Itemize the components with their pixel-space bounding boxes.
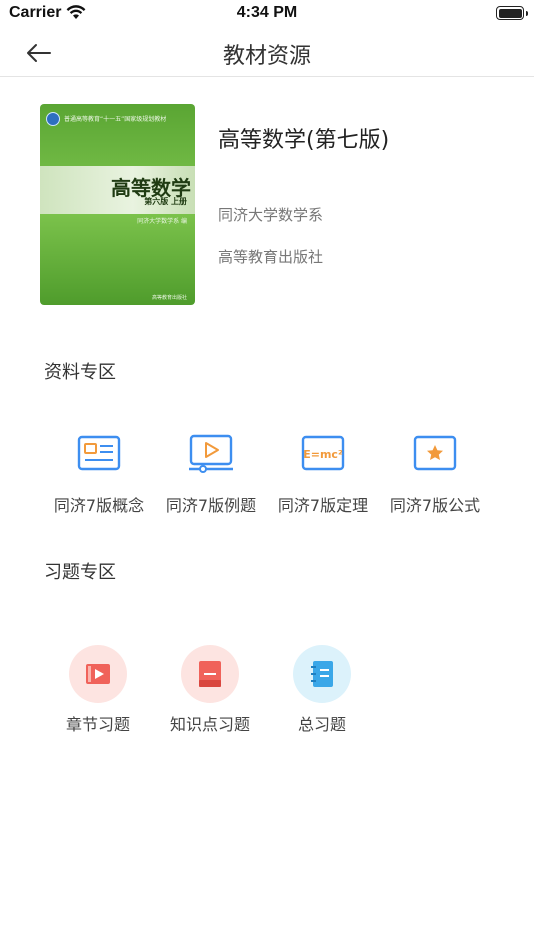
star-card-icon — [413, 435, 457, 471]
exercise-knowledge-label: 知识点习题 — [169, 715, 250, 734]
svg-text:E=mc²: E=mc² — [303, 448, 343, 461]
exercise-chapter-label: 章节习题 — [65, 715, 130, 734]
exercise-total-button[interactable]: 总习题 — [267, 645, 377, 737]
exercise-chapter-button[interactable]: 章节习题 — [43, 645, 153, 737]
exercise-knowledge-button[interactable]: 知识点习题 — [155, 645, 265, 737]
chapter-video-icon — [86, 664, 110, 684]
cover-publisher: 高等教育出版社 — [151, 295, 187, 301]
resource-concept-button[interactable]: 同济7版概念 — [37, 434, 161, 518]
book-cover-image: 普通高等教育“十一五”国家级规划教材 高等数学 第六版 上册 同济大学数学系 编… — [40, 104, 195, 305]
book-title: 高等数学(第七版) — [218, 128, 390, 153]
resource-examples-button[interactable]: 同济7版例题 — [149, 434, 273, 518]
notebook-icon — [311, 661, 333, 687]
page-title: 教材资源 — [222, 44, 311, 69]
knowledge-book-icon — [199, 661, 221, 687]
chapter-icon-circle — [69, 645, 127, 703]
exercise-total-label: 总习题 — [297, 715, 346, 734]
concept-card-icon — [77, 435, 121, 471]
exercises-section-title: 习题专区 — [44, 562, 116, 583]
book-publisher: 高等教育出版社 — [218, 248, 324, 266]
book-author: 同济大学数学系 — [218, 206, 324, 224]
resource-concept-label: 同济7版概念 — [53, 496, 145, 515]
publisher-logo-icon — [46, 112, 60, 126]
status-bar: Carrier 4:34 PM — [0, 0, 534, 28]
resource-examples-label: 同济7版例题 — [165, 496, 257, 515]
formula-emc2-icon: E=mc² — [301, 435, 345, 471]
total-icon-circle — [293, 645, 351, 703]
navigation-bar: 教材资源 — [0, 28, 534, 77]
clock: 4:34 PM — [236, 4, 298, 21]
battery-icon — [496, 6, 528, 20]
resources-section-title: 资料专区 — [44, 362, 116, 383]
knowledge-icon-circle — [181, 645, 239, 703]
cover-edition: 第六版 上册 — [144, 197, 187, 206]
video-play-icon — [189, 434, 233, 473]
cover-author: 同济大学数学系 编 — [137, 218, 187, 225]
resource-theorem-label: 同济7版定理 — [277, 496, 369, 515]
resource-formula-label: 同济7版公式 — [389, 496, 481, 515]
resource-formula-button[interactable]: 同济7版公式 — [373, 434, 497, 518]
resource-theorem-button[interactable]: E=mc² 同济7版定理 — [261, 434, 385, 518]
cover-series-text: 普通高等教育“十一五”国家级规划教材 — [64, 116, 167, 123]
